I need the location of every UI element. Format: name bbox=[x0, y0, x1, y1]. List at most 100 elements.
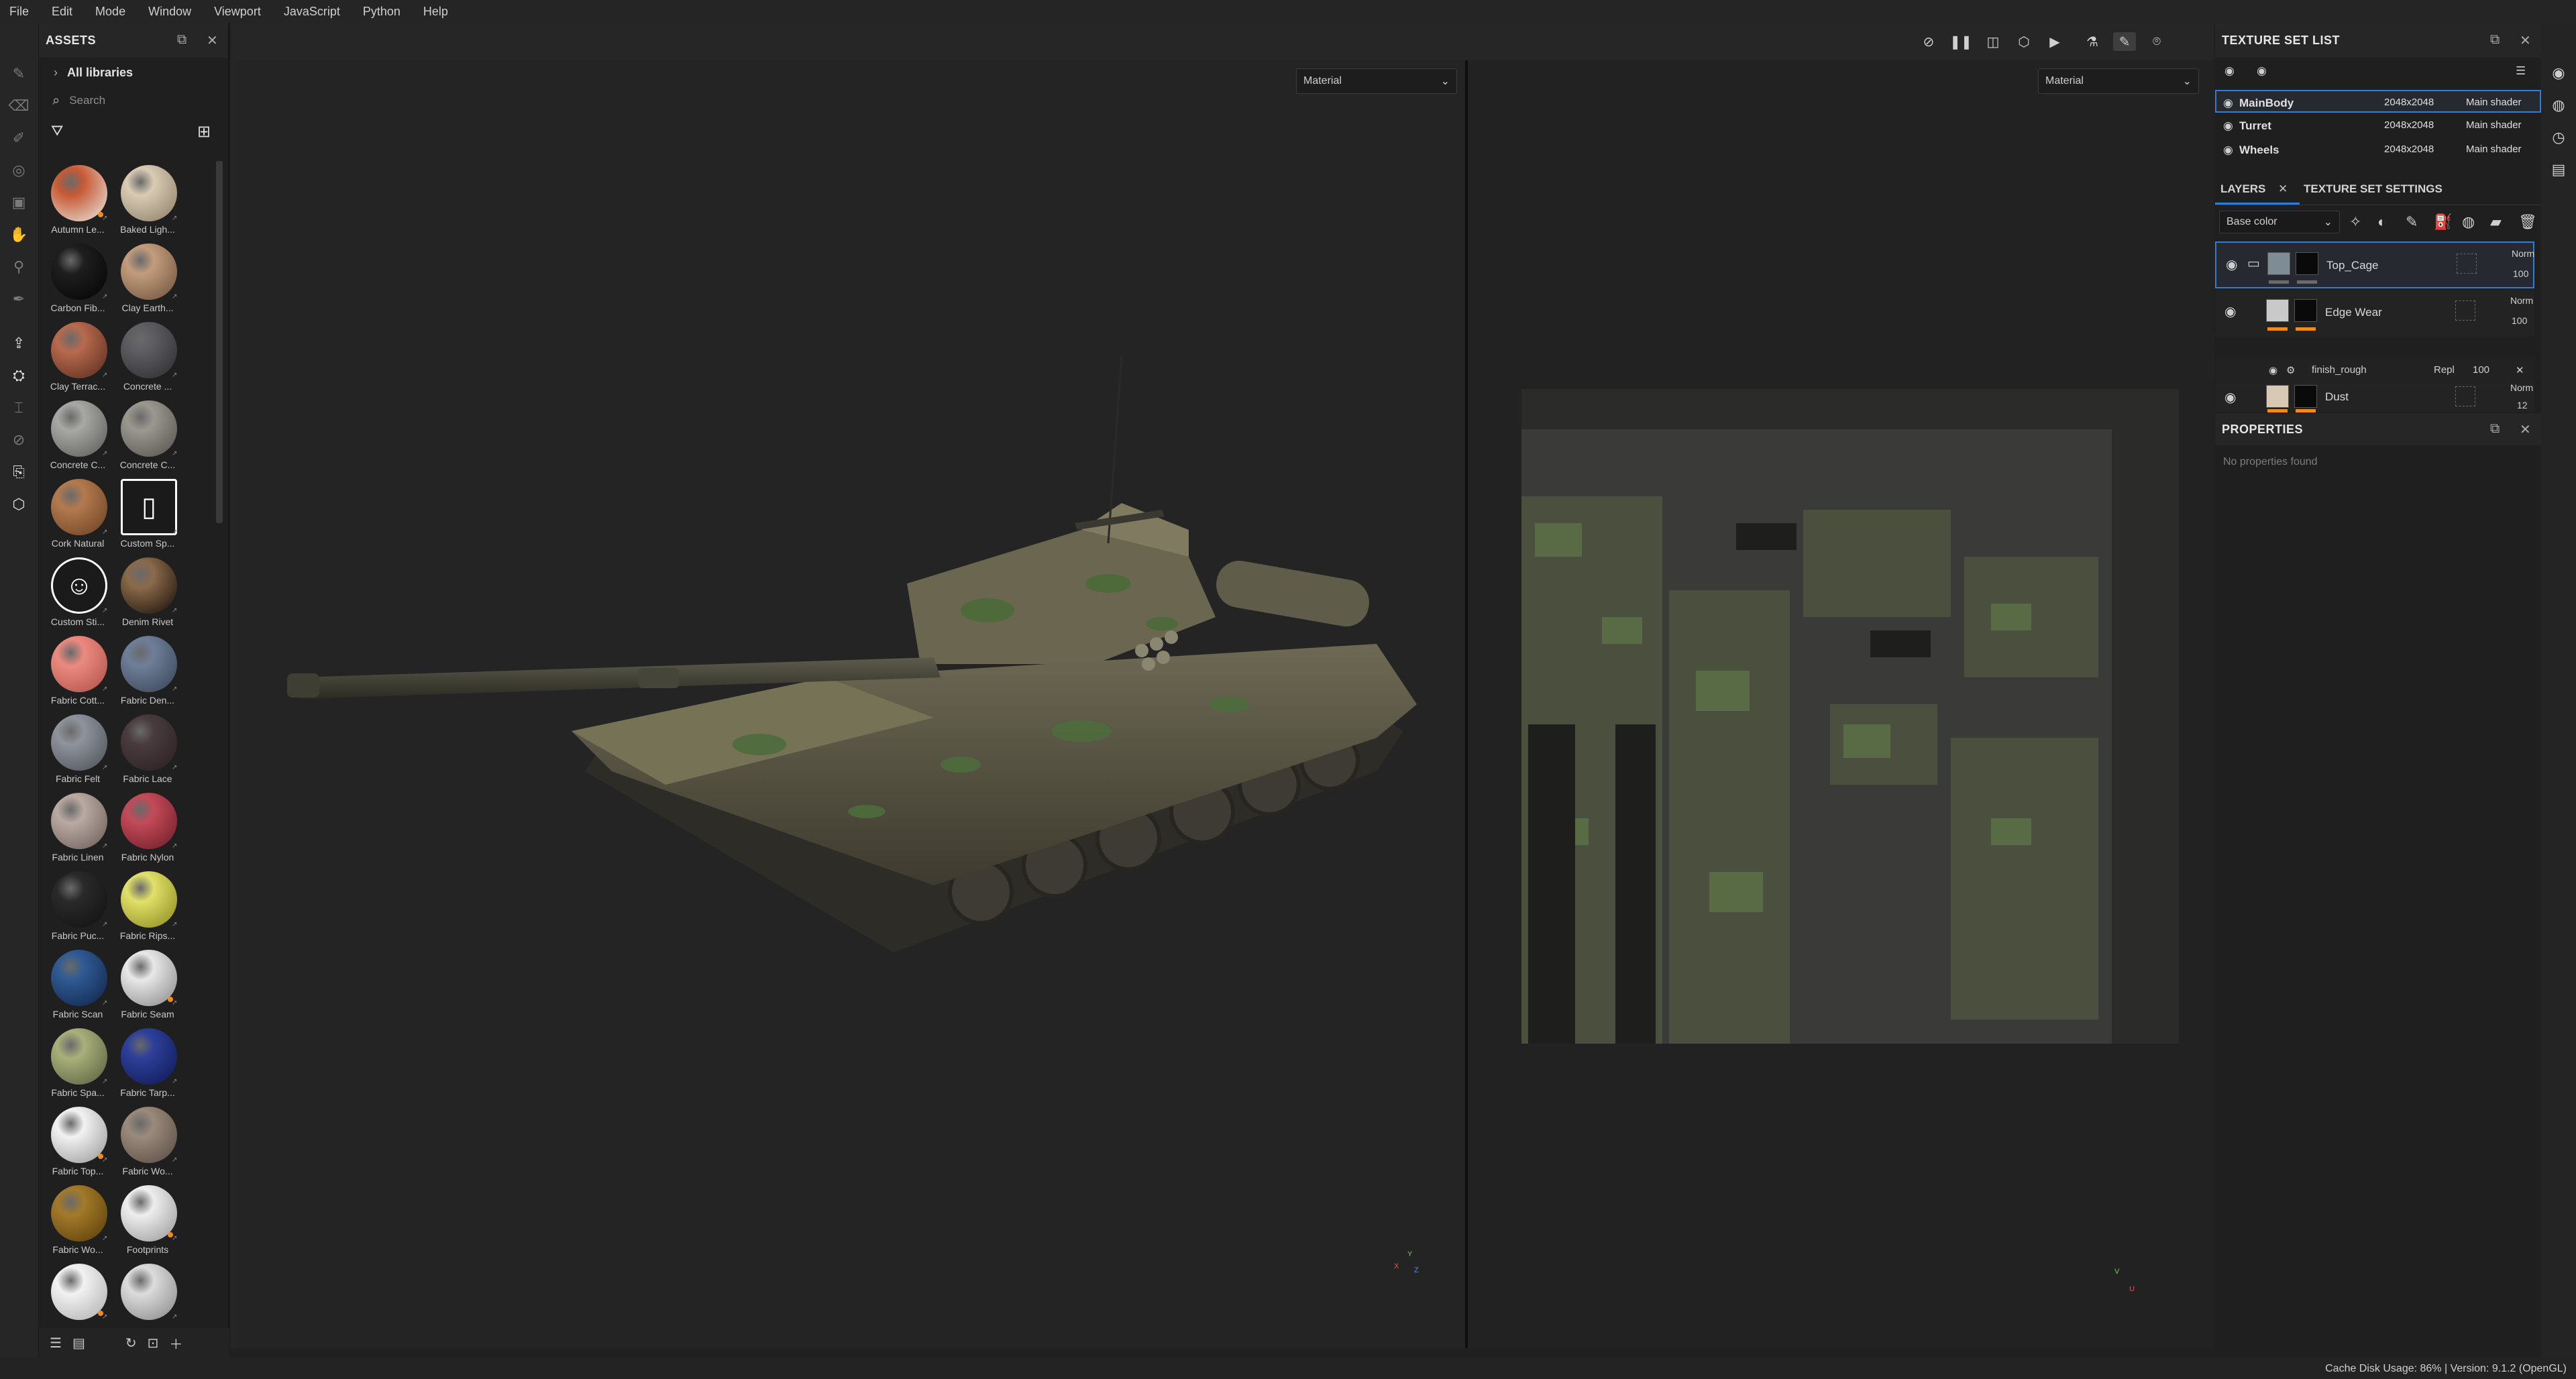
refresh-icon[interactable]: ↻ bbox=[125, 1335, 137, 1352]
add-fill-layer-icon[interactable]: ⛽ bbox=[2434, 213, 2452, 231]
history-icon[interactable]: ◷ bbox=[2549, 129, 2568, 148]
asset-tile[interactable]: Carbon Fib... ↗ bbox=[44, 239, 111, 318]
hide-icon[interactable]: ⊘ bbox=[1917, 32, 1940, 51]
new-folder-icon[interactable]: ⊡ bbox=[148, 1335, 159, 1352]
sort-icon[interactable]: ☰ bbox=[50, 1335, 62, 1352]
asset-tile[interactable]: Fabric Scan ↗ bbox=[44, 946, 111, 1024]
close-icon[interactable]: ✕ bbox=[2278, 182, 2288, 196]
layer-blend-mode[interactable]: Norm bbox=[2512, 248, 2534, 259]
screenshot-icon[interactable]: ⌾ bbox=[2145, 32, 2168, 51]
close-icon[interactable]: ✕ bbox=[2520, 421, 2531, 438]
eye-icon[interactable]: ◉ bbox=[2223, 144, 2233, 157]
eye-icon[interactable]: ◉ bbox=[2223, 97, 2233, 110]
texture-set-row[interactable]: ◉ Turret 2048x2048 Main shader bbox=[2215, 114, 2541, 137]
show-all-icon[interactable]: ◉ bbox=[2257, 64, 2267, 78]
layer-row[interactable]: ◉ Dust Norm 12 bbox=[2215, 382, 2534, 412]
close-icon[interactable]: ✕ bbox=[2520, 32, 2531, 49]
add-effect-icon[interactable]: ✧ bbox=[2349, 213, 2361, 231]
eye-icon[interactable]: ◉ bbox=[2224, 303, 2236, 320]
asset-tile[interactable]: Footprints ↗ bbox=[114, 1181, 181, 1260]
eraser-icon[interactable]: ⌫ bbox=[8, 97, 29, 115]
layer-blend-mode[interactable]: Norm bbox=[2510, 382, 2533, 393]
menu-javascript[interactable]: JavaScript bbox=[284, 5, 340, 19]
asset-tile[interactable]: Fabric Tarp... ↗ bbox=[114, 1024, 181, 1103]
asset-tile[interactable]: Clay Terrac... ↗ bbox=[44, 318, 111, 396]
color-picker-icon[interactable]: ✒ bbox=[9, 290, 28, 309]
asset-tile[interactable]: Concrete C... ↗ bbox=[44, 396, 111, 475]
undock-icon[interactable]: ⧉ bbox=[2490, 32, 2500, 48]
asset-tile[interactable]: Fabric Rips... ↗ bbox=[114, 867, 181, 946]
assets-icon[interactable]: ⬡ bbox=[9, 495, 28, 514]
split-view-icon[interactable]: ◫ bbox=[1982, 32, 2004, 51]
smudge-icon[interactable]: ✋ bbox=[9, 225, 28, 244]
eye-icon[interactable]: ◉ bbox=[2226, 256, 2237, 273]
texture-set-row[interactable]: ◉ Wheels 2048x2048 Main shader bbox=[2215, 138, 2541, 161]
layer-opacity[interactable]: 100 bbox=[2513, 268, 2528, 279]
log-icon[interactable]: ▤ bbox=[2549, 161, 2568, 180]
asset-tile[interactable]: Fabric Nylon ↗ bbox=[114, 789, 181, 867]
undock-icon[interactable]: ⧉ bbox=[177, 32, 187, 48]
export-icon[interactable]: ⎘ bbox=[9, 463, 28, 482]
effect-row[interactable]: ◉ ⚙ finish_rough Repl 100 ✕ bbox=[2215, 358, 2534, 382]
add-icon[interactable]: ＋ bbox=[169, 1333, 182, 1353]
undock-icon[interactable]: ⧉ bbox=[2490, 421, 2500, 437]
layer-row[interactable]: ◉ Edge Wear Norm 100 bbox=[2215, 290, 2534, 337]
menu-window[interactable]: Window bbox=[148, 5, 191, 19]
eye-icon[interactable]: ◉ bbox=[2223, 119, 2233, 133]
add-folder-icon[interactable]: ▰ bbox=[2490, 213, 2502, 231]
menu-mode[interactable]: Mode bbox=[95, 5, 125, 19]
asset-tile[interactable]: ↗ bbox=[114, 1260, 181, 1338]
delete-layer-icon[interactable]: 🗑 bbox=[2518, 213, 2537, 231]
search-input[interactable]: Search bbox=[69, 94, 105, 107]
asset-tile[interactable]: Fabric Den... ↗ bbox=[114, 632, 181, 710]
asset-tile[interactable]: Cork Natural ↗ bbox=[44, 475, 111, 553]
asset-tile[interactable]: Fabric Seam ↗ bbox=[114, 946, 181, 1024]
geometry-mask-icon[interactable]: ◎ bbox=[9, 161, 28, 180]
asset-tile[interactable]: Fabric Puc... ↗ bbox=[44, 867, 111, 946]
asset-tile[interactable]: Fabric Wo... ↗ bbox=[114, 1103, 181, 1181]
asset-tile[interactable]: Fabric Cott... ↗ bbox=[44, 632, 111, 710]
asset-tile[interactable]: Baked Ligh... ↗ bbox=[114, 161, 181, 239]
texture-set-icon[interactable]: ◉ bbox=[2549, 64, 2568, 83]
menu-help[interactable]: Help bbox=[423, 5, 448, 19]
texture-set-row[interactable]: ◉ MainBody 2048x2048 Main shader bbox=[2215, 90, 2541, 113]
asset-tile[interactable]: ↗ bbox=[44, 1260, 111, 1338]
list-options-icon[interactable]: ☰ bbox=[2516, 64, 2526, 78]
channel-select[interactable]: Base color ⌄ bbox=[2219, 211, 2340, 233]
paint-brush-icon[interactable]: ✎ bbox=[9, 64, 28, 83]
asset-tile[interactable]: Fabric Spa... ↗ bbox=[44, 1024, 111, 1103]
menu-edit[interactable]: Edit bbox=[52, 5, 72, 19]
tab-layers[interactable]: LAYERS bbox=[2220, 182, 2265, 196]
close-icon[interactable]: ✕ bbox=[207, 32, 218, 49]
menu-file[interactable]: File bbox=[9, 5, 29, 19]
asset-tile[interactable]: Fabric Felt ↗ bbox=[44, 710, 111, 789]
asset-tile[interactable]: Denim Rivet ↗ bbox=[114, 553, 181, 632]
library-icon[interactable]: ▤ bbox=[72, 1335, 85, 1352]
asset-tile[interactable]: ▯ Custom Sp... ↗ bbox=[114, 475, 181, 553]
projection-icon[interactable]: ✐ bbox=[9, 129, 28, 148]
menu-viewport[interactable]: Viewport bbox=[214, 5, 261, 19]
asset-tile[interactable]: Concrete ... ↗ bbox=[114, 318, 181, 396]
polygon-fill-icon[interactable]: ▣ bbox=[9, 193, 28, 212]
selection-icon[interactable]: ⊘ bbox=[9, 431, 28, 449]
asset-tile[interactable]: Fabric Lace ↗ bbox=[114, 710, 181, 789]
display-settings-icon[interactable]: ◍ bbox=[2549, 97, 2568, 115]
mask-slot[interactable] bbox=[2455, 386, 2475, 406]
camera-icon[interactable]: ▶ bbox=[2043, 32, 2066, 51]
asset-tile[interactable]: ☺ Custom Sti... ↗ bbox=[44, 553, 111, 632]
eye-icon[interactable]: ◉ bbox=[2224, 389, 2236, 406]
hide-all-icon[interactable]: ◉ bbox=[2224, 64, 2235, 78]
mask-slot[interactable] bbox=[2457, 254, 2477, 274]
asset-tile[interactable]: Fabric Wo... ↗ bbox=[44, 1181, 111, 1260]
remove-effect-icon[interactable]: ✕ bbox=[2516, 364, 2524, 376]
effect-blend-mode[interactable]: Repl bbox=[2434, 364, 2455, 376]
texture-set-icon[interactable]: ⛭ bbox=[9, 366, 28, 385]
mask-slot[interactable] bbox=[2455, 300, 2475, 321]
add-mask-icon[interactable]: ◐ bbox=[2377, 213, 2386, 231]
mode-icon[interactable]: ⚗ bbox=[2081, 32, 2104, 51]
add-smart-material-icon[interactable]: ◍ bbox=[2462, 213, 2475, 231]
grid-view-icon[interactable]: ⊞ bbox=[197, 122, 211, 142]
layer-blend-mode[interactable]: Norm bbox=[2510, 295, 2533, 306]
asset-tile[interactable]: Fabric Linen ↗ bbox=[44, 789, 111, 867]
clone-stamp-icon[interactable]: ⚲ bbox=[9, 258, 28, 276]
